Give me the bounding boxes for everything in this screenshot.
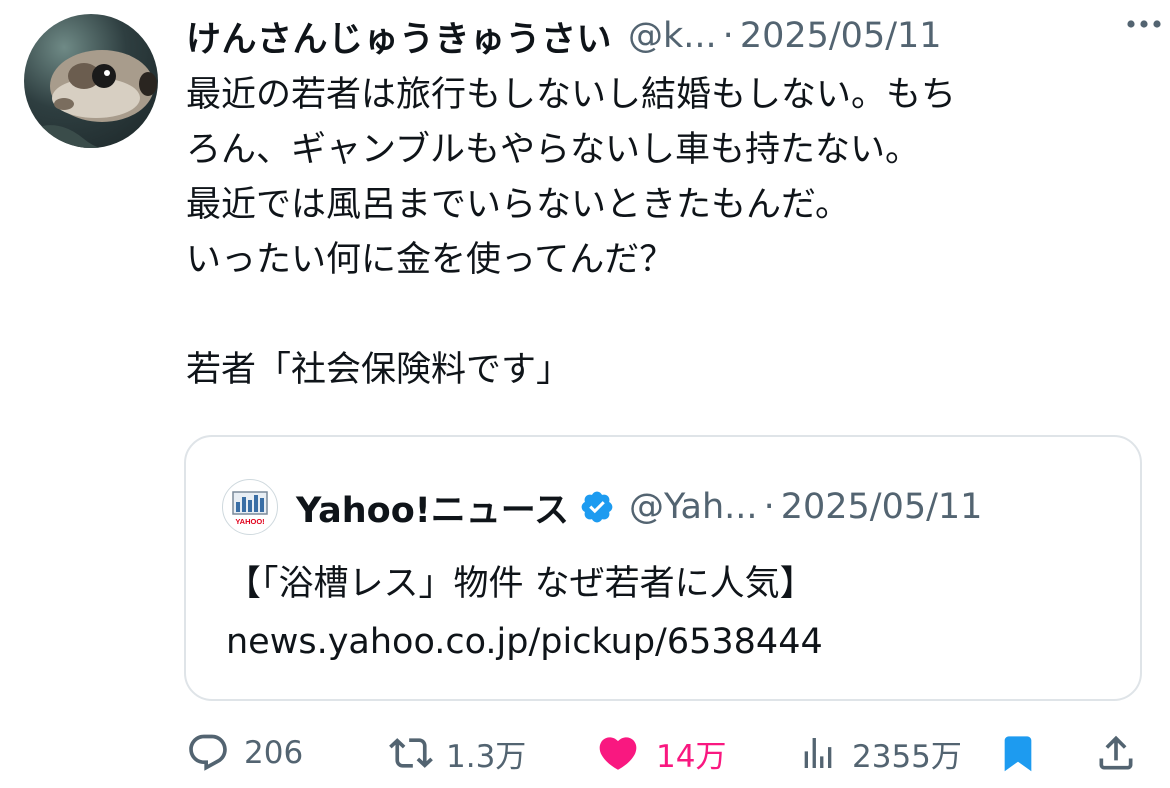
quoted-author-handle[interactable]: @Yah...: [629, 487, 758, 527]
tweet-header: けんさんじゅうきゅうさい @k... · 2025/05/11: [186, 8, 1146, 64]
tweet-date[interactable]: 2025/05/11: [740, 16, 942, 56]
reply-count: 206: [244, 735, 304, 771]
more-icon[interactable]: [1126, 16, 1162, 35]
verified-badge-icon: [579, 489, 615, 525]
tweet-text-line: [186, 288, 1136, 343]
quoted-tweet-date[interactable]: 2025/05/11: [781, 487, 983, 527]
quoted-tweet-card[interactable]: YAHOO! Yahoo!ニュース @Yah... · 2025/05/11 【…: [184, 435, 1142, 701]
quoted-tweet-text: 【「浴槽レス」物件 なぜ若者に人気】 news.yahoo.co.jp/pick…: [226, 555, 1106, 671]
like-button[interactable]: 14万: [594, 722, 726, 784]
views-button[interactable]: 2355万: [798, 722, 962, 784]
quoted-headline: 【「浴槽レス」物件 なぜ若者に人気】: [226, 564, 815, 604]
separator-dot: ·: [722, 16, 734, 56]
quoted-link[interactable]: news.yahoo.co.jp/pickup/6538444: [226, 613, 1106, 671]
repost-icon: [386, 731, 436, 775]
yahoo-news-logo: YAHOO!: [222, 479, 278, 535]
quoted-tweet-header: YAHOO! Yahoo!ニュース @Yah... · 2025/05/11: [222, 477, 1122, 537]
tweet-text-line: 最近では風呂までいらないときたもんだ。: [186, 185, 850, 225]
views-icon: [798, 731, 838, 775]
like-count: 14万: [656, 738, 727, 775]
avatar[interactable]: [24, 14, 158, 148]
tweet-text-line: 若者「社会保険料です」: [186, 350, 572, 390]
bookmark-button[interactable]: [998, 722, 1038, 784]
tweet-text-line: 最近の若者は旅行もしないし結婚もしない。もち: [186, 75, 957, 115]
repost-count: 1.3万: [446, 738, 527, 775]
tweet-text-line: いったい何に金を使ってんだ？: [186, 240, 675, 280]
quoted-author-name[interactable]: Yahoo!ニュース: [296, 482, 569, 533]
reply-icon: [186, 731, 230, 775]
share-icon: [1094, 730, 1138, 776]
yahoo-logo-text: YAHOO!: [235, 517, 264, 526]
tweet-text: 最近の若者は旅行もしないし結婚もしない。もち ろん、ギャンブルもやらないし車も持…: [186, 68, 1136, 398]
repost-button[interactable]: 1.3万: [386, 722, 526, 784]
action-bar: 206 1.3万 14万 2355万: [186, 722, 1146, 784]
bookmark-icon: [998, 730, 1038, 776]
author-handle[interactable]: @k...: [628, 16, 717, 56]
reply-button[interactable]: 206: [186, 722, 303, 784]
author-name[interactable]: けんさんじゅうきゅうさい: [186, 11, 612, 62]
pufferfish-avatar-image: [24, 50, 158, 148]
share-button[interactable]: [1094, 722, 1138, 784]
views-count: 2355万: [852, 738, 962, 775]
heart-icon: [594, 731, 642, 775]
separator-dot: ·: [763, 487, 775, 527]
tweet-text-line: ろん、ギャンブルもやらないし車も持たない。: [186, 130, 920, 170]
